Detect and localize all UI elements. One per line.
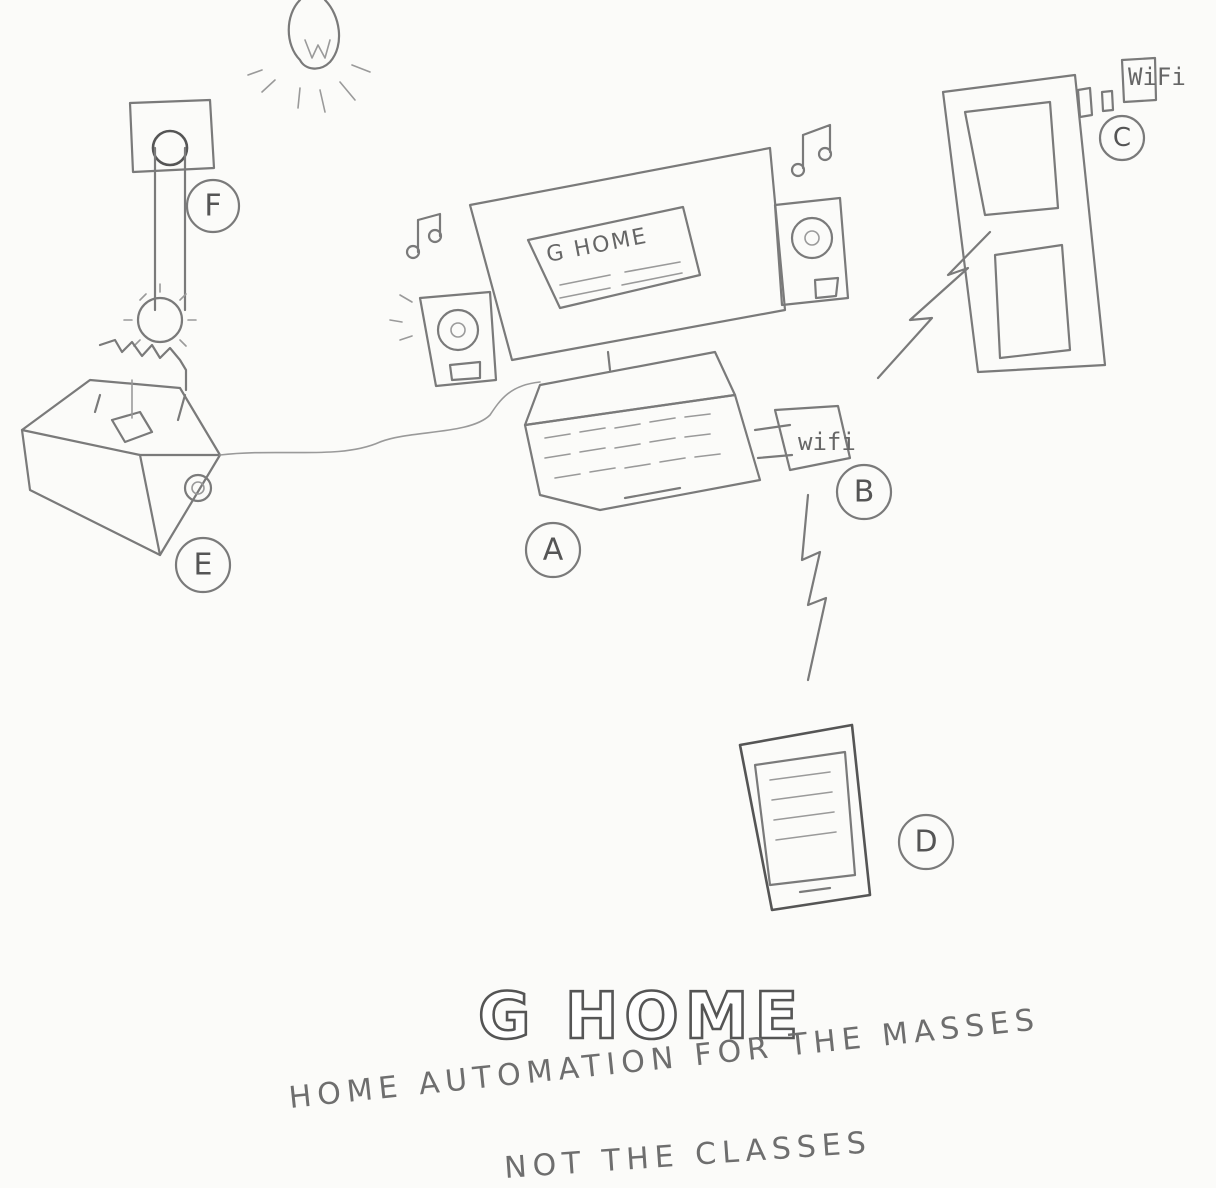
label-b: B	[835, 463, 893, 521]
music-note-icon	[790, 123, 833, 178]
smartphone-d	[738, 723, 872, 912]
wireless-signal	[800, 493, 828, 682]
label-e: E	[174, 536, 232, 594]
wall-switch-f	[128, 98, 216, 312]
cable	[219, 381, 541, 456]
label-f-text: F	[204, 189, 221, 224]
door-wifi-text: WiFi	[1128, 63, 1186, 91]
right-speaker	[773, 196, 850, 307]
label-c: C	[1098, 114, 1146, 162]
light-bulb-icon	[247, 0, 371, 113]
wifi-dongle-b: wifi	[753, 404, 856, 472]
label-b-text: B	[854, 475, 875, 510]
monitor: G HOME	[468, 146, 787, 372]
screen-title: G HOME	[544, 224, 650, 268]
label-f: F	[185, 178, 241, 234]
gear-icon	[98, 283, 197, 392]
motor-box-e	[20, 378, 222, 557]
label-a: A	[524, 521, 582, 579]
label-e-text: E	[194, 548, 213, 583]
keyboard-a	[523, 350, 762, 512]
label-d-text: D	[914, 825, 937, 860]
music-note-icon	[405, 212, 443, 260]
tagline-line-2: NOT THE CLASSES	[503, 1125, 873, 1186]
door-c: WiFi	[941, 56, 1186, 374]
label-d: D	[897, 813, 955, 871]
home-automation-sketch: F E G HOME A wifi B D WiFi C G HOME HOME…	[20, 0, 1186, 1186]
label-a-text: A	[543, 533, 564, 568]
label-c-text: C	[1113, 123, 1131, 153]
wireless-signal	[876, 230, 992, 380]
left-speaker	[389, 290, 498, 388]
wifi-dongle-text: wifi	[798, 428, 856, 456]
